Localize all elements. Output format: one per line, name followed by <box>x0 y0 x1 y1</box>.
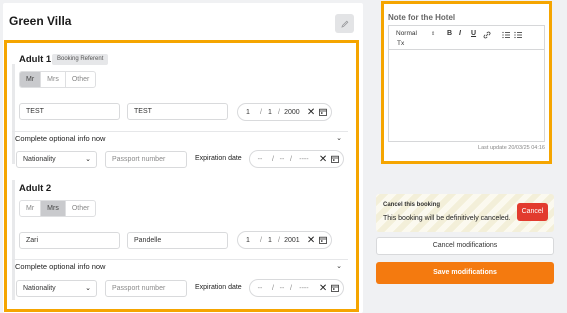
exp-year[interactable]: ---- <box>294 285 314 292</box>
note-editor[interactable]: Normal ⇕ B I U Tx <box>388 25 545 142</box>
underline-icon[interactable]: U <box>471 30 476 37</box>
clear-icon[interactable]: ✕ <box>319 154 327 165</box>
adult-2-passport-input[interactable]: Passport number <box>105 280 187 297</box>
exp-day[interactable]: -- <box>250 285 270 292</box>
hotel-note-panel: Note for the Hotel Normal ⇕ B I U Tx Last… <box>381 1 552 164</box>
adult-2-title: Adult 2 <box>19 183 52 194</box>
adult-2-optional-info-toggle[interactable]: Complete optional info now ⌄ <box>12 259 348 273</box>
adult-2-last-name-input[interactable]: Pandelle <box>127 232 228 249</box>
adult-2-birthdate-input[interactable]: 1 / 1 / 2001 ✕ <box>237 231 332 249</box>
chevron-down-icon: ⌄ <box>85 156 91 163</box>
clear-icon[interactable]: ✕ <box>319 283 327 294</box>
adult-2-expiration-date-input[interactable]: -- / -- / ---- ✕ <box>249 279 344 297</box>
nationality-value: Nationality <box>23 285 56 292</box>
title-option-mrs[interactable]: Mrs <box>41 72 66 87</box>
adult-1-birthdate-input[interactable]: 1 / 1 / 2000 ✕ <box>237 103 332 121</box>
adult-2-first-name-input[interactable]: Zari <box>19 232 120 249</box>
calendar-icon[interactable] <box>331 284 340 292</box>
dob-year[interactable]: 2000 <box>282 109 302 116</box>
optional-info-label: Complete optional info now <box>15 262 106 271</box>
last-update-text: Last update 20/03/25 04:16 <box>478 145 545 151</box>
exp-year[interactable]: ---- <box>294 156 314 163</box>
note-title: Note for the Hotel <box>388 13 456 22</box>
dob-day[interactable]: 1 <box>238 109 258 116</box>
title-option-other[interactable]: Other <box>66 72 96 87</box>
adult-1-nationality-select[interactable]: Nationality ⌄ <box>16 151 97 168</box>
chevron-down-icon: ⌄ <box>336 135 342 142</box>
title-option-mrs[interactable]: Mrs <box>41 201 66 216</box>
calendar-icon[interactable] <box>331 155 340 163</box>
booking-referent-badge: Booking Referent <box>52 54 109 65</box>
edit-button[interactable] <box>335 14 354 33</box>
adult-2-nationality-select[interactable]: Nationality ⌄ <box>16 280 97 297</box>
title-option-mr[interactable]: Mr <box>20 72 42 87</box>
clear-icon[interactable]: ✕ <box>307 235 315 246</box>
cancel-modifications-button[interactable]: Cancel modifications <box>376 237 554 255</box>
calendar-icon[interactable] <box>319 236 328 244</box>
cancel-booking-title: Cancel this booking <box>383 202 441 208</box>
bullet-list-icon[interactable] <box>514 31 522 39</box>
pencil-icon <box>340 20 348 28</box>
dob-month[interactable]: 1 <box>264 109 276 116</box>
format-select[interactable]: Normal ⇕ <box>396 30 435 37</box>
cancel-booking-message: This booking will be definitively cancel… <box>383 215 511 222</box>
adult-2-stripe <box>12 180 15 300</box>
adult-2-title-selector: Mr Mrs Other <box>19 200 97 217</box>
editor-toolbar: Normal ⇕ B I U Tx <box>389 26 544 50</box>
bold-icon[interactable]: B <box>447 30 452 37</box>
adult-1-stripe <box>12 64 15 164</box>
adult-1-title: Adult 1 <box>19 54 52 65</box>
hotel-name: Green Villa <box>9 14 72 28</box>
cancel-booking-button[interactable]: Cancel <box>517 203 548 221</box>
adult-1-last-name-input[interactable]: TEST <box>127 103 228 120</box>
clear-icon[interactable]: ✕ <box>307 107 315 118</box>
clear-format-icon[interactable]: Tx <box>397 40 404 47</box>
adult-1-title-selector: Mr Mrs Other <box>19 71 97 88</box>
exp-month[interactable]: -- <box>276 156 288 163</box>
format-select-value: Normal <box>396 30 417 37</box>
chevron-down-icon: ⌄ <box>85 285 91 292</box>
dob-year[interactable]: 2001 <box>282 237 302 244</box>
expiration-date-label: Expiration date <box>195 155 242 162</box>
link-icon[interactable] <box>483 31 491 39</box>
exp-month[interactable]: -- <box>276 285 288 292</box>
optional-info-label: Complete optional info now <box>15 134 106 143</box>
adult-1-first-name-input[interactable]: TEST <box>19 103 120 120</box>
calendar-icon[interactable] <box>319 108 328 116</box>
adult-1-expiration-date-input[interactable]: -- / -- / ---- ✕ <box>249 150 344 168</box>
exp-day[interactable]: -- <box>250 156 270 163</box>
chevron-down-icon: ⌄ <box>336 263 342 270</box>
adult-1-optional-info-toggle[interactable]: Complete optional info now ⌄ <box>12 131 348 145</box>
dob-month[interactable]: 1 <box>264 237 276 244</box>
expiration-date-label: Expiration date <box>195 284 242 291</box>
italic-icon[interactable]: I <box>459 30 461 37</box>
select-arrows-icon: ⇕ <box>430 31 436 37</box>
title-option-mr[interactable]: Mr <box>20 201 42 216</box>
cancel-booking-panel: Cancel this booking This booking will be… <box>376 194 554 232</box>
dob-day[interactable]: 1 <box>238 237 258 244</box>
title-option-other[interactable]: Other <box>66 201 96 216</box>
save-modifications-button[interactable]: Save modifications <box>376 262 554 284</box>
adult-1-passport-input[interactable]: Passport number <box>105 151 187 168</box>
ordered-list-icon[interactable] <box>502 31 510 39</box>
nationality-value: Nationality <box>23 156 56 163</box>
